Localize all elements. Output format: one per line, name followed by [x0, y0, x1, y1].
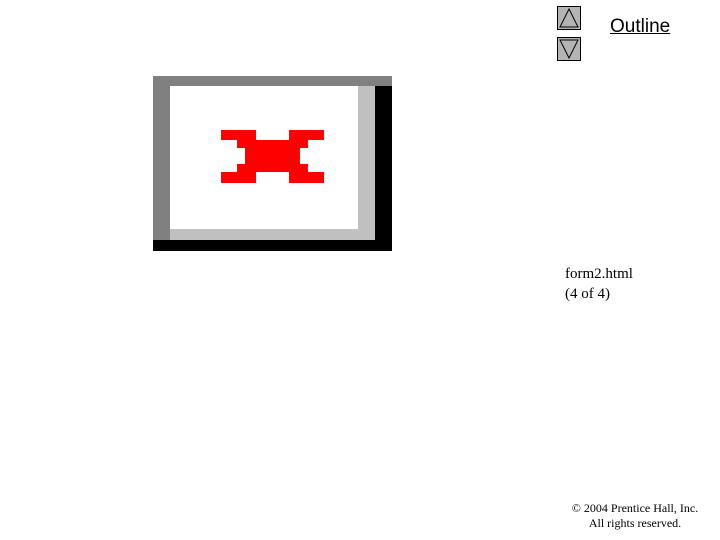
copyright-line-2: All rights reserved.	[588, 516, 682, 530]
image-frame	[153, 76, 392, 251]
outline-link[interactable]: Outline	[610, 16, 670, 38]
previous-slide-button[interactable]	[557, 6, 581, 30]
page-indicator: (4 of 4)	[565, 286, 610, 302]
copyright-line-1: © 2004 Prentice Hall, Inc.	[571, 501, 699, 515]
next-slide-button[interactable]	[557, 37, 581, 61]
triangle-up-icon	[559, 7, 579, 28]
slide-caption: form2.html (4 of 4)	[565, 264, 633, 304]
broken-image-placeholder	[153, 76, 392, 251]
copyright-notice: © 2004 Prentice Hall, Inc. All rights re…	[560, 501, 710, 531]
file-name: form2.html	[565, 266, 633, 282]
triangle-down-icon	[559, 39, 579, 60]
